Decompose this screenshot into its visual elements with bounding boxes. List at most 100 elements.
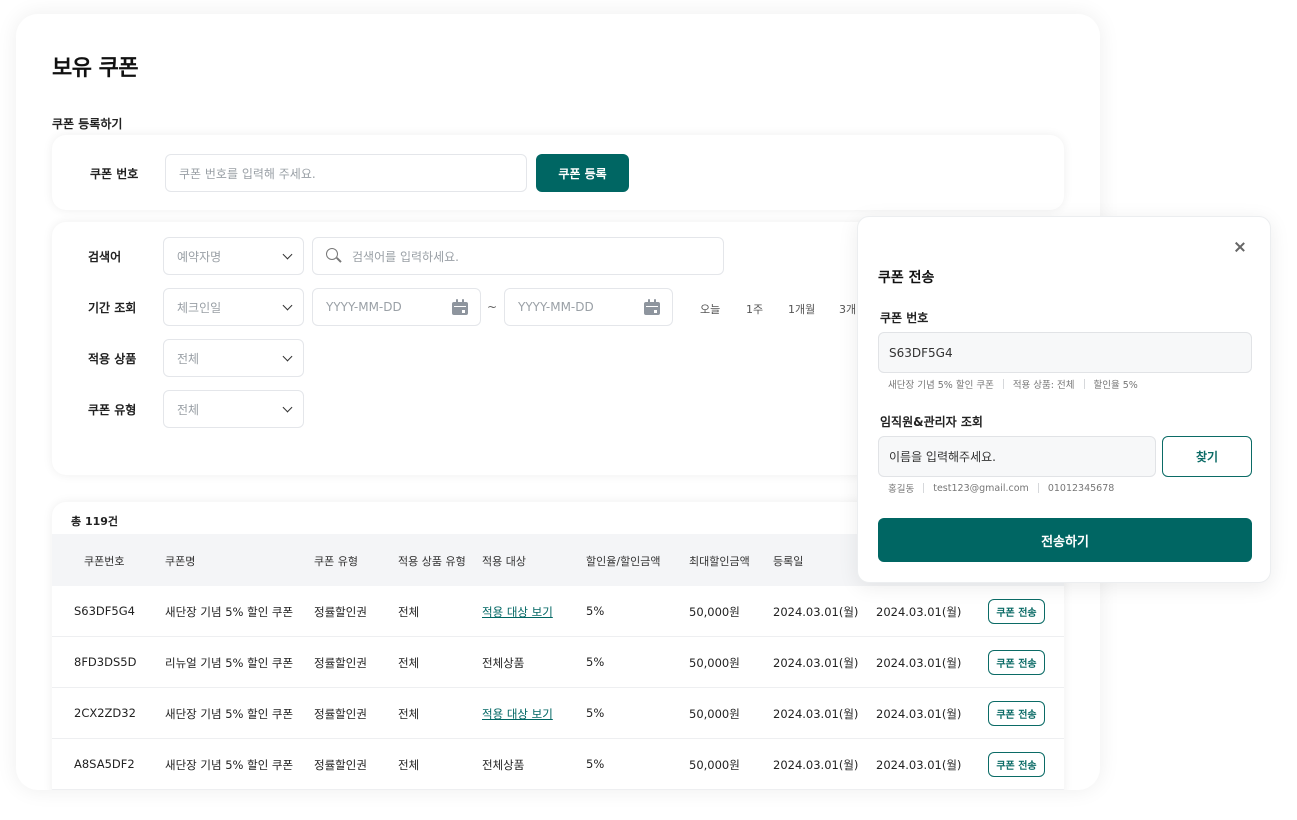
coupon-number-input[interactable]: 쿠폰 번호를 입력해 주세요. <box>165 154 527 192</box>
period-type-select[interactable]: 체크인일 <box>163 288 304 326</box>
table-row: 2CX2ZD32 새단장 기념 5% 할인 쿠폰 정률할인권 전체 적용 대상 … <box>52 688 1064 739</box>
employee-name-input[interactable]: 이름을 입력해주세요. <box>878 436 1156 477</box>
table-row: S63DF5G4 새단장 기념 5% 할인 쿠폰 정률할인권 전체 적용 대상 … <box>52 586 1064 637</box>
end-date-input[interactable]: YYYY-MM-DD <box>504 288 673 326</box>
expiry-date: 2024.03.01(월) <box>876 605 962 619</box>
coupon-type-select-value: 전체 <box>177 402 200 417</box>
coupon-register-panel: 쿠폰 번호 쿠폰 번호를 입력해 주세요. 쿠폰 등록 <box>52 135 1064 210</box>
quick-range-1week[interactable]: 1주 <box>746 301 763 317</box>
registered-date: 2024.03.01(월) <box>773 758 859 772</box>
send-coupon-button[interactable]: 쿠폰 전송 <box>988 752 1045 777</box>
send-coupon-button[interactable]: 쿠폰 전송 <box>988 701 1045 726</box>
coupon-name: 새단장 기념 5% 할인 쿠폰 <box>165 605 294 619</box>
coupon-send-modal: 쿠폰 전송 쿠폰 번호 S63DF5G4 새단장 기념 5% 할인 쿠폰 적용 … <box>857 216 1271 583</box>
max-discount: 50,000원 <box>689 758 740 772</box>
divider <box>1083 379 1085 389</box>
coupon-type: 정률할인권 <box>314 707 367 721</box>
discount-rate: 5% <box>586 706 605 720</box>
view-targets-link[interactable]: 적용 대상 보기 <box>482 604 553 620</box>
max-discount: 50,000원 <box>689 605 740 619</box>
table-row: 8FD3DS5D 리뉴얼 기념 5% 할인 쿠폰 정률할인권 전체 전체상품 5… <box>52 637 1064 688</box>
keyword-search-placeholder: 검색어를 입력하세요. <box>352 249 459 264</box>
registered-date: 2024.03.01(월) <box>773 707 859 721</box>
target-scope: 전체상품 <box>482 656 525 670</box>
max-discount: 50,000원 <box>689 707 740 721</box>
discount-rate: 5% <box>586 757 605 771</box>
keyword-label: 검색어 <box>88 250 122 264</box>
modal-coupon-label: 쿠폰 번호 <box>880 311 929 325</box>
find-button[interactable]: 찾기 <box>1162 436 1252 477</box>
coupon-code: A8SA5DF2 <box>74 757 135 771</box>
product-type: 전체 <box>398 605 420 619</box>
user-meta: 홍길동 test123@gmail.com 01012345678 <box>888 481 1115 496</box>
user-meta-name: 홍길동 <box>888 484 915 495</box>
quick-range-3month[interactable]: 3개 <box>839 301 856 317</box>
chevron-down-icon <box>282 351 293 361</box>
divider <box>1002 379 1004 389</box>
product-select[interactable]: 전체 <box>163 339 304 377</box>
column-header: 등록일 <box>773 555 804 568</box>
keyword-type-select[interactable]: 예약자명 <box>163 237 304 275</box>
coupon-code: 2CX2ZD32 <box>74 706 136 720</box>
coupon-name: 새단장 기념 5% 할인 쿠폰 <box>165 707 294 721</box>
modal-title: 쿠폰 전송 <box>878 270 935 286</box>
column-header: 쿠폰 유형 <box>314 555 358 568</box>
coupon-meta-product: 적용 상품: 전체 <box>1012 380 1075 391</box>
registered-date: 2024.03.01(월) <box>773 656 859 670</box>
registered-date: 2024.03.01(월) <box>773 605 859 619</box>
coupon-meta-rate: 할인율 5% <box>1093 380 1138 391</box>
quick-range-1month[interactable]: 1개월 <box>788 301 815 317</box>
period-label: 기간 조회 <box>88 301 137 315</box>
column-header: 적용 상품 유형 <box>398 555 466 568</box>
max-discount: 50,000원 <box>689 656 740 670</box>
coupon-meta-name: 새단장 기념 5% 할인 쿠폰 <box>888 380 994 391</box>
modal-coupon-field[interactable]: S63DF5G4 <box>878 332 1252 373</box>
product-type: 전체 <box>398 656 420 670</box>
divider <box>1037 483 1039 493</box>
product-type: 전체 <box>398 758 420 772</box>
total-count: 총 119건 <box>71 515 119 528</box>
page-title: 보유 쿠폰 <box>52 56 139 81</box>
coupon-type-select[interactable]: 전체 <box>163 390 304 428</box>
search-icon <box>326 248 342 264</box>
send-coupon-button[interactable]: 쿠폰 전송 <box>988 650 1045 675</box>
coupon-type: 정률할인권 <box>314 656 367 670</box>
expiry-date: 2024.03.01(월) <box>876 707 962 721</box>
target-scope: 전체상품 <box>482 758 525 772</box>
coupon-code: S63DF5G4 <box>74 604 135 618</box>
product-type: 전체 <box>398 707 420 721</box>
column-header: 최대할인금액 <box>689 555 750 568</box>
coupon-code: 8FD3DS5D <box>74 655 137 669</box>
discount-rate: 5% <box>586 604 605 618</box>
coupon-register-button[interactable]: 쿠폰 등록 <box>536 154 629 192</box>
column-header: 쿠폰명 <box>165 555 196 568</box>
end-date-placeholder: YYYY-MM-DD <box>518 300 594 314</box>
close-icon[interactable] <box>1233 240 1247 254</box>
product-select-value: 전체 <box>177 351 200 366</box>
user-meta-email: test123@gmail.com <box>933 482 1029 494</box>
register-section-label: 쿠폰 등록하기 <box>52 117 123 131</box>
column-header: 할인율/할인금액 <box>586 555 661 568</box>
coupon-number-label: 쿠폰 번호 <box>90 167 139 181</box>
divider <box>923 483 925 493</box>
start-date-input[interactable]: YYYY-MM-DD <box>312 288 481 326</box>
send-coupon-button[interactable]: 쿠폰 전송 <box>988 599 1045 624</box>
product-label: 적용 상품 <box>88 352 137 366</box>
column-header: 쿠폰번호 <box>84 555 125 568</box>
keyword-search-input[interactable]: 검색어를 입력하세요. <box>312 237 724 275</box>
start-date-placeholder: YYYY-MM-DD <box>326 300 402 314</box>
user-meta-phone: 01012345678 <box>1047 482 1115 494</box>
chevron-down-icon <box>282 402 293 412</box>
view-targets-link[interactable]: 적용 대상 보기 <box>482 706 553 722</box>
expiry-date: 2024.03.01(월) <box>876 758 962 772</box>
chevron-down-icon <box>282 300 293 310</box>
calendar-icon[interactable] <box>452 299 468 315</box>
send-submit-button[interactable]: 전송하기 <box>878 518 1252 562</box>
quick-range-today[interactable]: 오늘 <box>700 301 720 317</box>
date-range-separator: ~ <box>487 300 498 314</box>
column-header: 적용 대상 <box>482 555 526 568</box>
calendar-icon[interactable] <box>644 299 660 315</box>
coupon-name: 새단장 기념 5% 할인 쿠폰 <box>165 758 294 772</box>
period-type-value: 체크인일 <box>177 300 222 315</box>
expiry-date: 2024.03.01(월) <box>876 656 962 670</box>
